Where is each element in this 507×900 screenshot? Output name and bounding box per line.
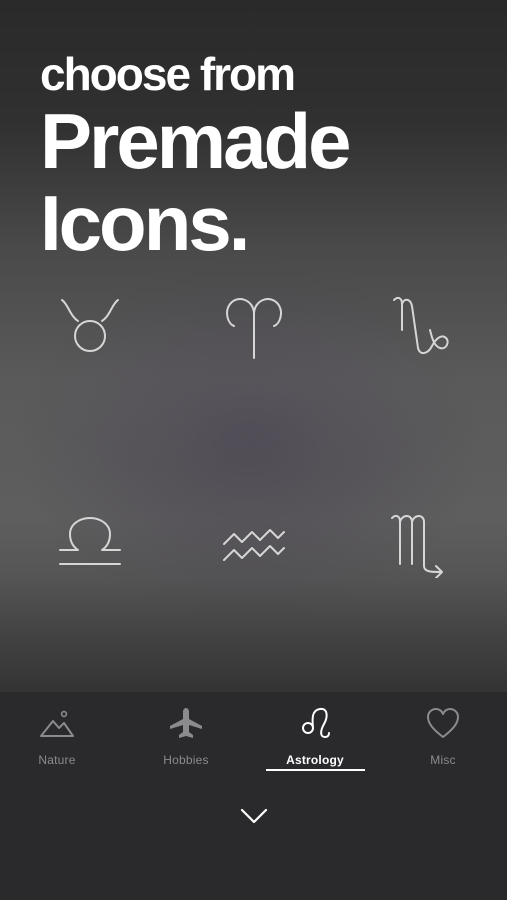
- headline: choose from Premade Icons.: [40, 48, 352, 267]
- tab-astrology[interactable]: Astrology: [260, 692, 370, 776]
- capricorn-icon[interactable]: [384, 290, 456, 362]
- tab-misc[interactable]: Misc: [388, 692, 498, 776]
- heart-icon: [424, 706, 462, 740]
- hero-background: choose from Premade Icons.: [0, 0, 507, 692]
- tab-label-misc: Misc: [430, 753, 456, 767]
- tab-label-hobbies: Hobbies: [163, 753, 209, 767]
- category-tab-bar: Nature Hobbies Astrology Misc: [0, 692, 507, 900]
- tab-label-astrology: Astrology: [286, 753, 344, 767]
- chevron-down-icon[interactable]: [238, 804, 270, 828]
- mountain-icon: [38, 706, 76, 740]
- libra-icon[interactable]: [54, 506, 126, 578]
- tab-hobbies[interactable]: Hobbies: [131, 692, 241, 776]
- leo-icon: [296, 706, 334, 740]
- tab-label-nature: Nature: [38, 753, 76, 767]
- tab-nature[interactable]: Nature: [2, 692, 112, 776]
- taurus-icon[interactable]: [54, 290, 126, 362]
- icon-grid: [0, 290, 507, 590]
- headline-line-3: Icons.: [40, 179, 250, 267]
- headline-line-1: choose from: [40, 48, 296, 100]
- active-tab-indicator: [266, 769, 365, 771]
- aquarius-icon[interactable]: [218, 506, 290, 578]
- airplane-icon: [167, 706, 205, 740]
- headline-line-2: Premade: [40, 97, 352, 185]
- aries-icon[interactable]: [218, 290, 290, 362]
- scorpio-icon[interactable]: [384, 506, 456, 578]
